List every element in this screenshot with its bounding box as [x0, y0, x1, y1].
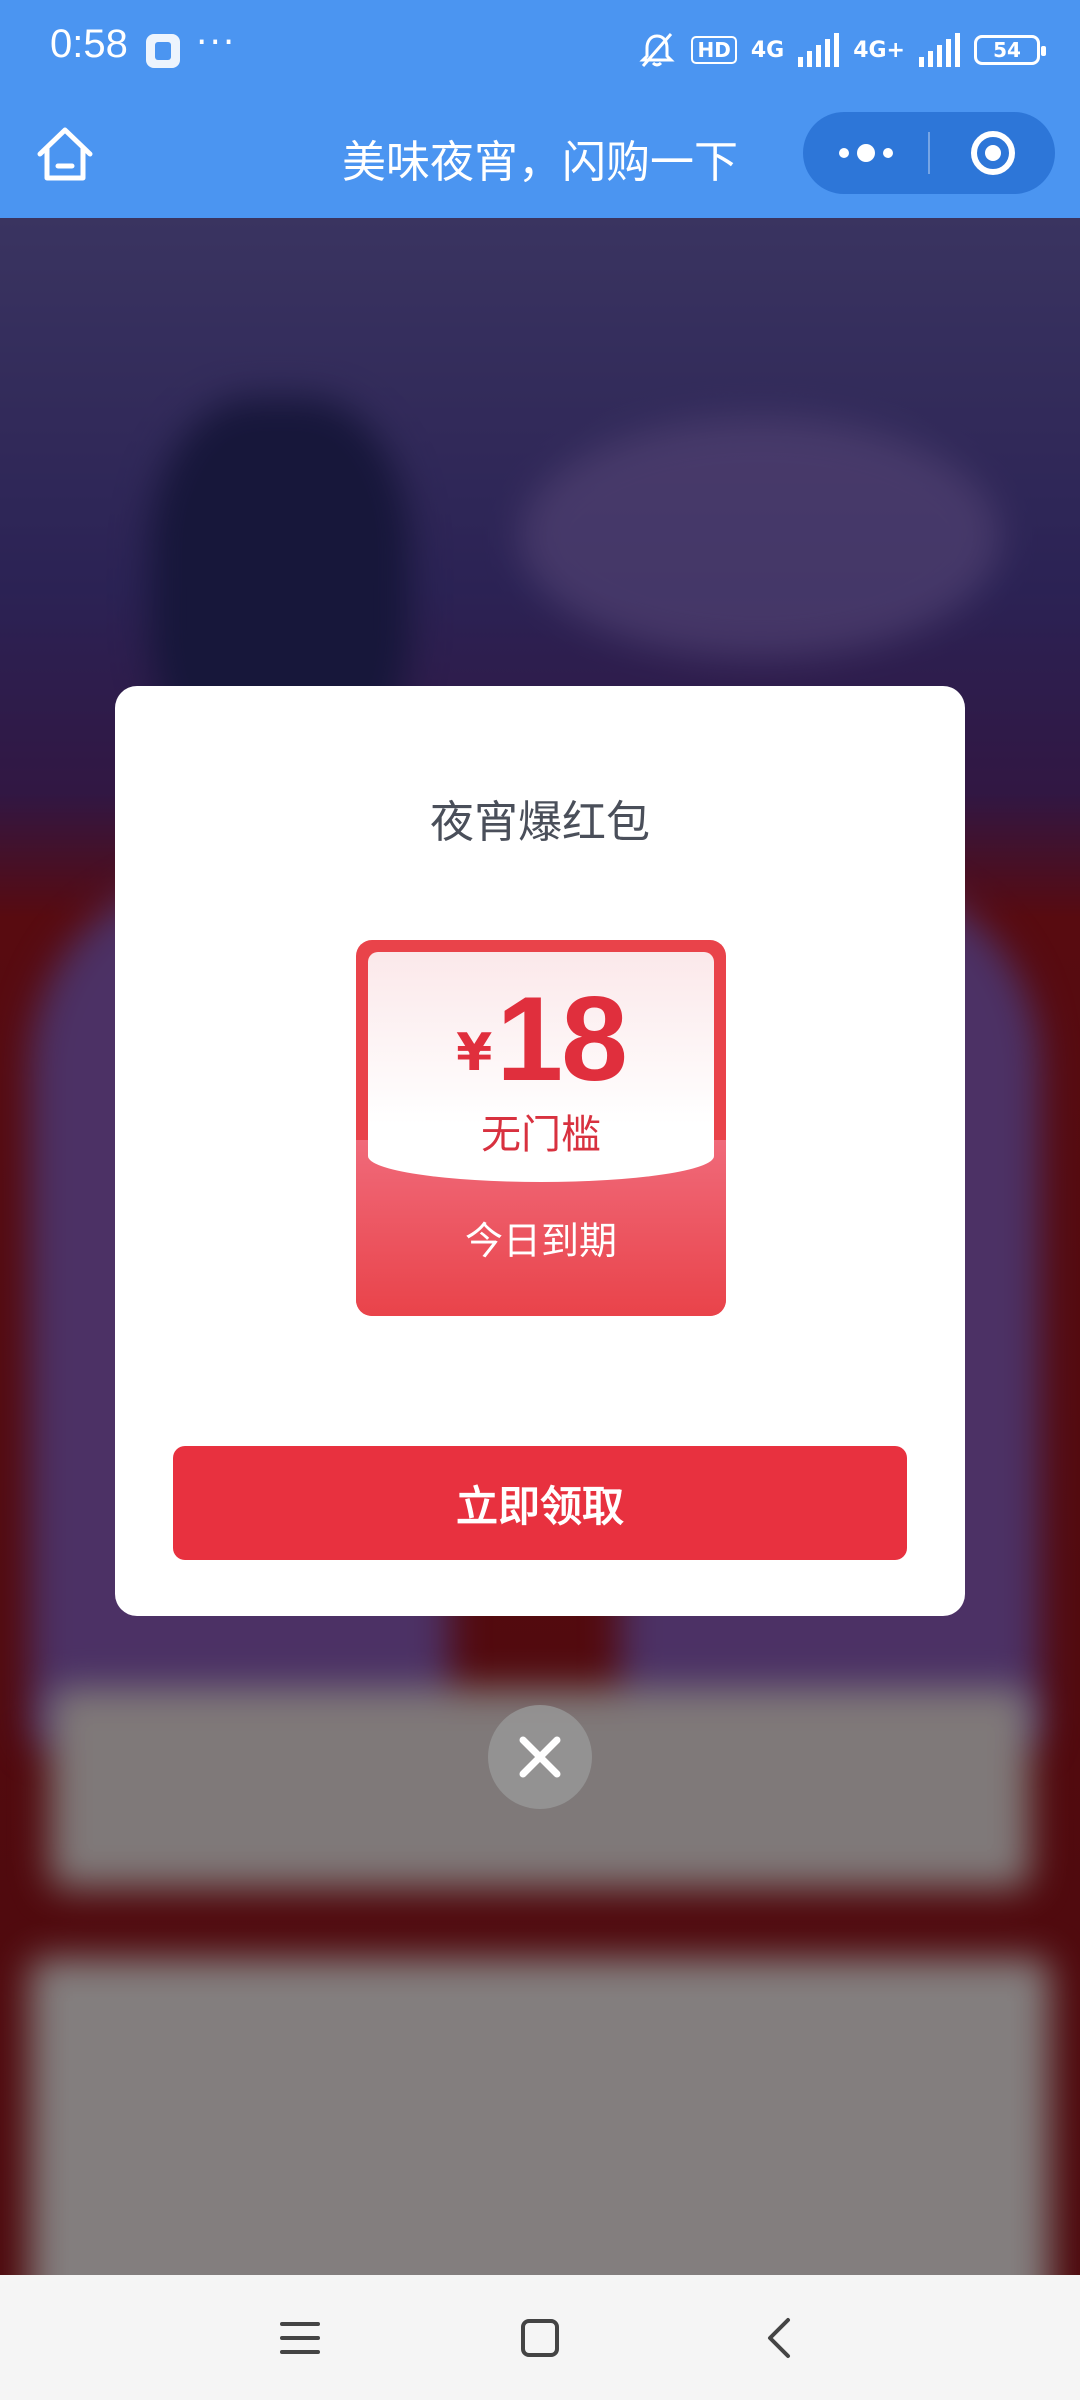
status-icons: HD 4G 4G+ 54: [637, 30, 1046, 70]
hd-badge: HD: [691, 36, 737, 64]
red-packet-modal: 夜宵爆红包 ¥18 无门槛 今日到期 立即领取: [115, 686, 965, 1616]
status-time: 0:58: [50, 22, 128, 66]
coupon-threshold: 无门槛: [481, 1112, 601, 1158]
signal-icon: [798, 33, 840, 67]
network-type-1: 4G: [750, 37, 785, 63]
menu-icon[interactable]: [270, 2308, 330, 2368]
target-icon[interactable]: [930, 112, 1055, 194]
capsule-menu: [803, 112, 1055, 194]
coupon-price: ¥18: [356, 970, 726, 1108]
back-icon[interactable]: [750, 2308, 810, 2368]
battery-icon: 54: [974, 35, 1046, 65]
app-notification-icon: [146, 34, 180, 68]
home-square-icon[interactable]: [510, 2308, 570, 2368]
modal-title: 夜宵爆红包: [430, 797, 650, 848]
coupon-card: ¥18 无门槛 今日到期: [356, 940, 726, 1316]
status-bar: 0:58 ··· HD 4G 4G+ 54: [0, 0, 1080, 100]
mute-bell-icon: [639, 33, 676, 67]
status-more-icon: ···: [196, 22, 237, 63]
home-icon[interactable]: [30, 120, 100, 190]
currency-symbol: ¥: [456, 1023, 493, 1083]
signal-icon-2: [919, 33, 960, 67]
more-dots-icon[interactable]: [803, 112, 928, 194]
close-icon[interactable]: [488, 1705, 592, 1809]
claim-button[interactable]: 立即领取: [173, 1446, 907, 1560]
mini-program-header: 美味夜宵，闪购一下: [0, 100, 1080, 218]
coupon-amount: 18: [496, 972, 627, 1106]
page-title: 美味夜宵，闪购一下: [342, 137, 738, 188]
coupon-expiry: 今日到期: [464, 1219, 617, 1263]
network-type-2: 4G+: [853, 37, 905, 63]
system-navigation-bar: [0, 2275, 1080, 2400]
